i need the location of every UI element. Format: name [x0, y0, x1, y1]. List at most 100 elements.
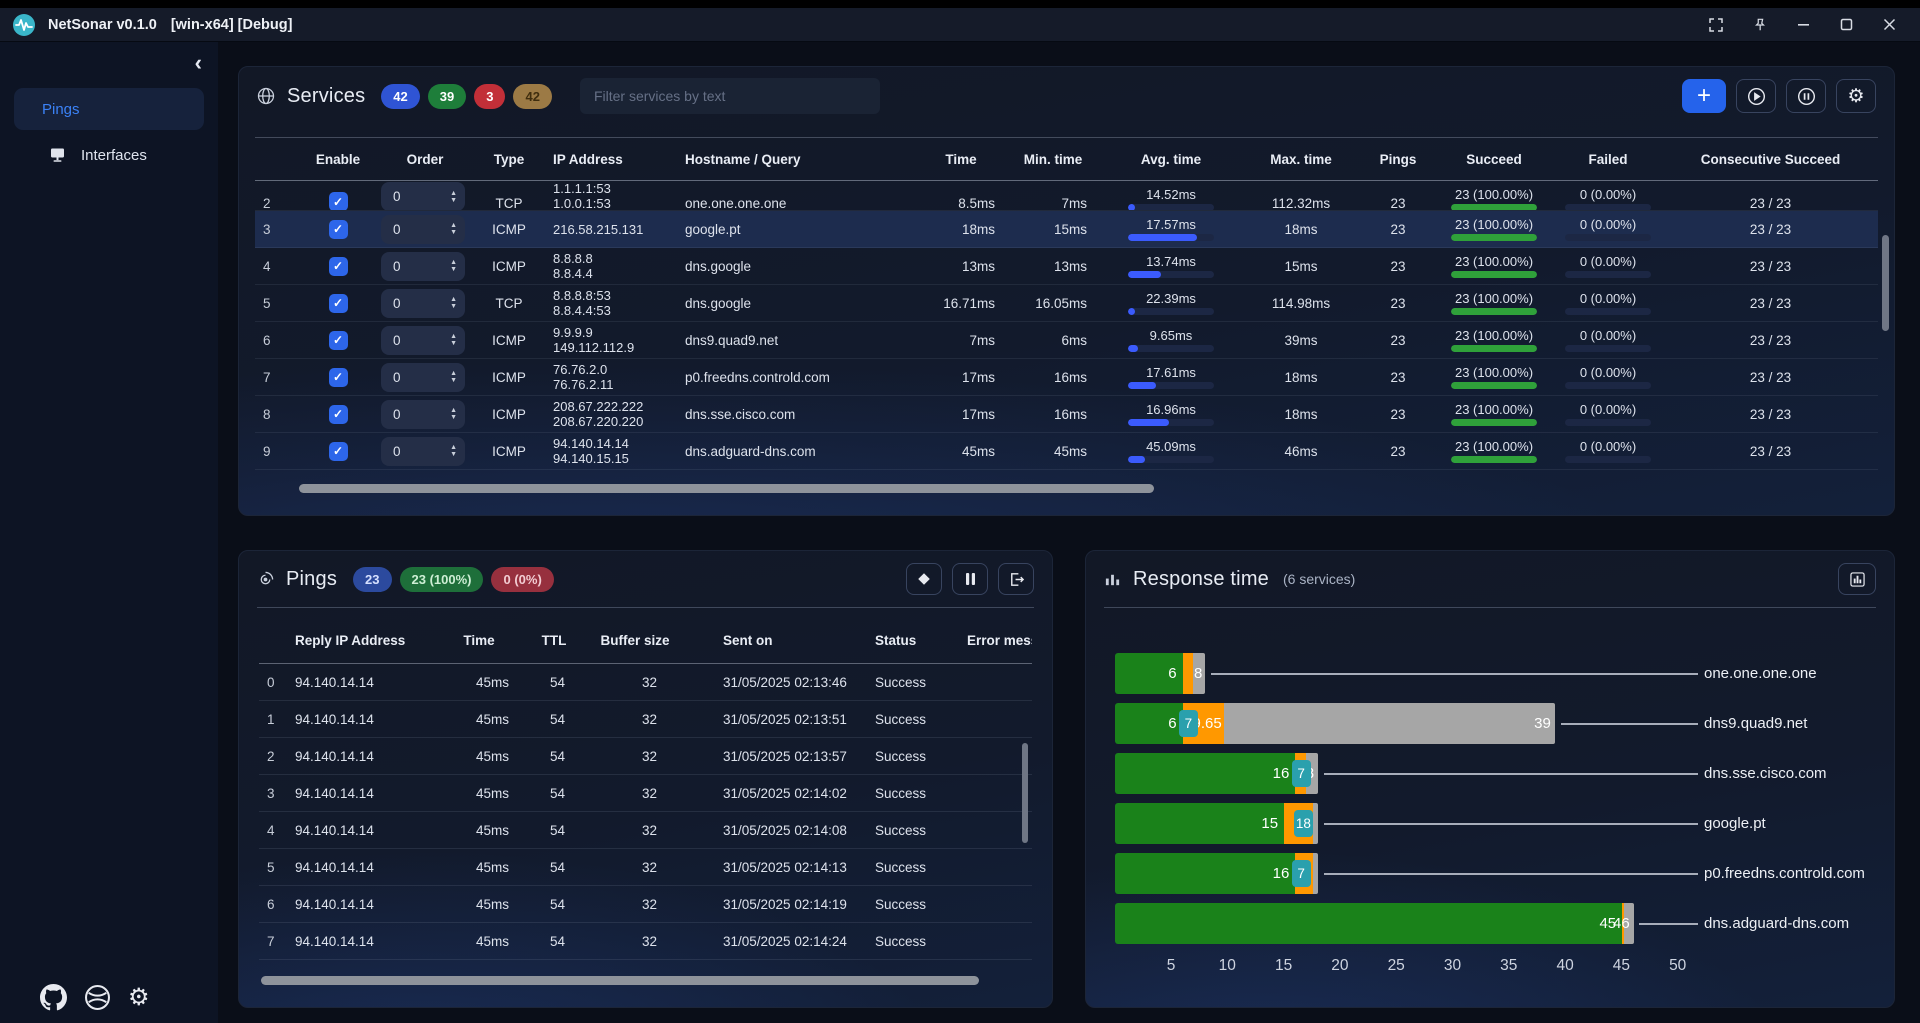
service-row[interactable]: 2✓0▲▼TCP1.1.1.1:531.0.0.1:53one.one.one.…: [255, 181, 1878, 211]
pings-vertical-scrollbar[interactable]: [1022, 743, 1028, 843]
ping-row[interactable]: 594.140.14.1445ms543231/05/2025 02:14:13…: [259, 849, 1032, 886]
pause-pings-button[interactable]: [952, 563, 988, 595]
min-time-value: 15ms: [1005, 222, 1101, 237]
axis-tick-label: 10: [1210, 957, 1244, 975]
current-time-marker: 18: [1294, 810, 1313, 837]
pings-horizontal-scrollbar[interactable]: [261, 976, 979, 985]
ping-row[interactable]: 794.140.14.1445ms543231/05/2025 02:14:24…: [259, 923, 1032, 960]
close-button[interactable]: [1883, 18, 1896, 31]
order-spinner[interactable]: 0▲▼: [381, 289, 465, 318]
pause-button[interactable]: [1786, 79, 1826, 113]
enable-checkbox[interactable]: ✓: [329, 192, 348, 211]
enable-checkbox[interactable]: ✓: [329, 442, 348, 461]
service-row[interactable]: 4✓0▲▼ICMP8.8.8.88.8.4.4dns.google13ms13m…: [255, 248, 1878, 285]
count-badge: 39: [428, 84, 466, 109]
minimize-button[interactable]: [1797, 18, 1810, 31]
maximize-button[interactable]: [1840, 18, 1853, 31]
service-row[interactable]: 8✓0▲▼ICMP208.67.222.222208.67.220.220dns…: [255, 396, 1878, 433]
sent-on: 31/05/2025 02:14:02: [685, 786, 867, 801]
sidebar-item-interfaces[interactable]: Interfaces: [14, 134, 204, 176]
column-header: Consecutive Succeed: [1663, 152, 1878, 167]
avg-time-label: 45.09ms: [1146, 439, 1196, 454]
row-number: 6: [255, 333, 299, 348]
settings-gear-icon[interactable]: ⚙: [128, 985, 150, 1011]
ip-line: 1.1.1.1:53: [553, 181, 677, 196]
succeed-bar: [1451, 271, 1537, 278]
github-icon[interactable]: [40, 984, 67, 1011]
spinner-arrows-icon[interactable]: ▲▼: [450, 370, 465, 384]
ping-row[interactable]: 294.140.14.1445ms543231/05/2025 02:13:57…: [259, 738, 1032, 775]
current-time-marker: 7: [1292, 760, 1311, 787]
order-spinner[interactable]: 0▲▼: [381, 437, 465, 466]
service-row[interactable]: 3✓0▲▼ICMP216.58.215.131google.pt18ms15ms…: [255, 211, 1878, 248]
enable-checkbox[interactable]: ✓: [329, 257, 348, 276]
succeed: 23 (100.00%): [1435, 254, 1553, 278]
services-vertical-scrollbar[interactable]: [1882, 235, 1889, 331]
add-service-button[interactable]: +: [1682, 79, 1726, 113]
sent-on: 31/05/2025 02:13:46: [685, 675, 867, 690]
failed: 0 (0.00%): [1553, 328, 1663, 352]
bar-fill: [1128, 382, 1156, 389]
row-number: 2: [259, 749, 287, 764]
count-badge: 23: [353, 567, 391, 592]
service-row[interactable]: 5✓0▲▼TCP8.8.8.8:538.8.4.4:53dns.google16…: [255, 285, 1878, 322]
order-spinner[interactable]: 0▲▼: [381, 182, 465, 211]
enable-checkbox[interactable]: ✓: [329, 294, 348, 313]
min-time-value: 16ms: [1005, 370, 1101, 385]
ping-row[interactable]: 694.140.14.1445ms543231/05/2025 02:14:19…: [259, 886, 1032, 923]
spinner-arrows-icon[interactable]: ▲▼: [450, 190, 465, 204]
play-button[interactable]: [1736, 79, 1776, 113]
services-settings-button[interactable]: ⚙: [1836, 79, 1876, 113]
services-horizontal-scrollbar[interactable]: [299, 484, 1154, 493]
order-spinner[interactable]: 0▲▼: [381, 215, 465, 244]
order-cell: 0▲▼: [377, 252, 473, 281]
globe-icon: [257, 87, 275, 105]
service-row[interactable]: 9✓0▲▼ICMP94.140.14.1494.140.15.15dns.adg…: [255, 433, 1878, 470]
service-row[interactable]: 6✓0▲▼ICMP9.9.9.9149.112.112.9dns9.quad9.…: [255, 322, 1878, 359]
enable-checkbox[interactable]: ✓: [329, 331, 348, 350]
spinner-arrows-icon[interactable]: ▲▼: [450, 259, 465, 273]
enable-checkbox[interactable]: ✓: [329, 368, 348, 387]
services-filter-input[interactable]: [580, 78, 880, 114]
sidebar-collapse-button[interactable]: ‹: [195, 50, 202, 76]
bar-label: 16: [1115, 753, 1289, 794]
pings-panel: Pings 2323 (100%)0 (0%) Reply IP Address…: [238, 550, 1053, 1008]
top-strip: [0, 0, 1920, 8]
max-time-value: 15ms: [1241, 259, 1361, 274]
enable-checkbox[interactable]: ✓: [329, 405, 348, 424]
ip-address: 208.67.222.222208.67.220.220: [545, 399, 677, 429]
service-type: TCP: [473, 296, 545, 311]
chart-service-label: p0.freedns.controld.com: [1704, 853, 1874, 894]
ping-row[interactable]: 494.140.14.1445ms543231/05/2025 02:14:08…: [259, 812, 1032, 849]
export-pings-button[interactable]: [998, 563, 1034, 595]
spinner-arrows-icon[interactable]: ▲▼: [450, 333, 465, 347]
enable-checkbox[interactable]: ✓: [329, 220, 348, 239]
ping-row[interactable]: 194.140.14.1445ms543231/05/2025 02:13:51…: [259, 701, 1032, 738]
buffer-size: 32: [585, 749, 685, 764]
pin-button[interactable]: [1753, 18, 1767, 32]
spinner-arrows-icon[interactable]: ▲▼: [450, 444, 465, 458]
ping-row[interactable]: 394.140.14.1445ms543231/05/2025 02:14:02…: [259, 775, 1032, 812]
fullscreen-button[interactable]: [1709, 18, 1723, 32]
order-spinner[interactable]: 0▲▼: [381, 326, 465, 355]
clear-pings-button[interactable]: [906, 563, 942, 595]
ping-row[interactable]: 094.140.14.1445ms543231/05/2025 02:13:46…: [259, 664, 1032, 701]
bar-fill: [1451, 419, 1537, 426]
order-spinner[interactable]: 0▲▼: [381, 252, 465, 281]
consecutive-succeed: 23 / 23: [1663, 444, 1878, 459]
sidebar-item-pings[interactable]: Pings: [14, 88, 204, 130]
count-badge: 42: [381, 84, 419, 109]
service-type: ICMP: [473, 370, 545, 385]
service-row[interactable]: 7✓0▲▼ICMP76.76.2.076.76.2.11p0.freedns.c…: [255, 359, 1878, 396]
failed: 0 (0.00%): [1553, 217, 1663, 241]
avg-time-label: 22.39ms: [1146, 291, 1196, 306]
consecutive-succeed: 23 / 23: [1663, 222, 1878, 237]
chart-options-button[interactable]: [1838, 563, 1876, 595]
spinner-arrows-icon[interactable]: ▲▼: [450, 222, 465, 236]
axis-tick-label: 15: [1267, 957, 1301, 975]
order-spinner[interactable]: 0▲▼: [381, 400, 465, 429]
support-sphere-icon[interactable]: [84, 984, 111, 1011]
spinner-arrows-icon[interactable]: ▲▼: [450, 296, 465, 310]
spinner-arrows-icon[interactable]: ▲▼: [450, 407, 465, 421]
order-spinner[interactable]: 0▲▼: [381, 363, 465, 392]
